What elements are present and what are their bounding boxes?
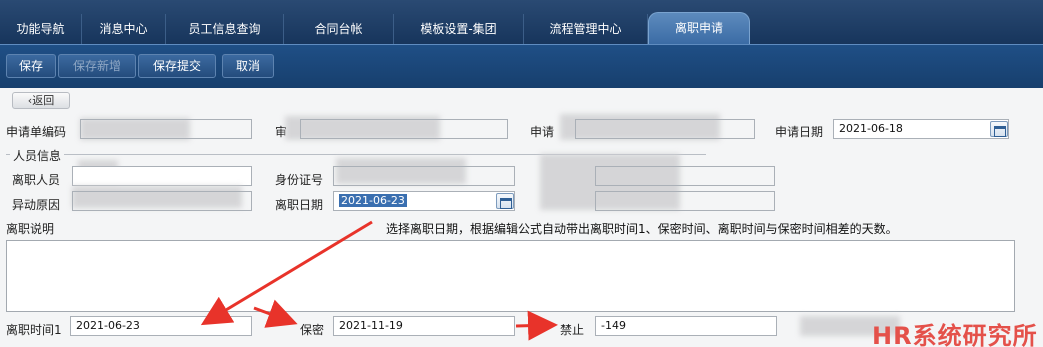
ban-input[interactable]: -149: [595, 316, 777, 336]
save-new-button[interactable]: 保存新增: [58, 54, 136, 78]
toolbar: 保存 保存新增 保存提交 取消: [0, 44, 1043, 88]
apply-no-label: 申请单编码: [6, 125, 67, 139]
leave-date-input[interactable]: 2021-06-23: [333, 191, 515, 211]
leaver-label: 离职人员: [12, 173, 61, 187]
leave-desc-label: 离职说明: [6, 222, 55, 236]
leave-time1-label: 离职时间1: [6, 323, 62, 337]
applicant-label: 申请: [530, 125, 555, 139]
apply-date-input[interactable]: 2021-06-18: [833, 119, 1009, 139]
tab-message-center[interactable]: 消息中心: [82, 14, 166, 44]
leave-desc-textarea[interactable]: [6, 240, 1015, 312]
extra-field[interactable]: [595, 166, 775, 186]
change-reason-field[interactable]: [72, 191, 252, 211]
tab-process-center[interactable]: 流程管理中心: [524, 14, 648, 44]
ban-label: 禁止: [560, 323, 585, 337]
leave-date-label: 离职日期: [275, 198, 324, 212]
tab-function-nav[interactable]: 功能导航: [0, 14, 82, 44]
leaver-field[interactable]: [72, 166, 252, 186]
leave-time1-input[interactable]: 2021-06-23: [70, 316, 252, 336]
secret-label: 保密: [300, 323, 325, 337]
top-tab-bar: 功能导航 消息中心 员工信息查询 合同台帐 模板设置-集团 流程管理中心 离职申…: [0, 0, 1043, 44]
save-button[interactable]: 保存: [6, 54, 56, 78]
save-submit-button[interactable]: 保存提交: [138, 54, 216, 78]
applicant-field[interactable]: [300, 119, 508, 139]
apply-date-label: 申请日期: [775, 125, 824, 139]
tab-employee-query[interactable]: 员工信息查询: [166, 14, 284, 44]
tab-contract-ledger[interactable]: 合同台帐: [284, 14, 394, 44]
calendar-icon[interactable]: [990, 121, 1008, 137]
id-number-label: 身份证号: [275, 173, 324, 187]
back-button[interactable]: ‹返回: [12, 92, 70, 109]
form-area: ‹返回 申请单编码 审 申请 申请日期 2021-06-18 人员信息 离职人员…: [0, 88, 1043, 347]
cancel-button[interactable]: 取消: [222, 54, 274, 78]
applicant-name-field[interactable]: [575, 119, 755, 139]
section-title: 人员信息: [10, 147, 65, 164]
instruction-note: 选择离职日期，根据编辑公式自动带出离职时间1、保密时间、离职时间与保密时间相差的…: [386, 222, 898, 236]
calendar-icon[interactable]: [496, 193, 514, 209]
secret-input[interactable]: 2021-11-19: [333, 316, 515, 336]
leave-date-value: 2021-06-23: [339, 194, 407, 207]
id-number-field[interactable]: [333, 166, 515, 186]
apply-no-field[interactable]: [80, 119, 252, 139]
watermark-logo: HR系统研究所: [872, 322, 1038, 347]
tab-resignation-apply[interactable]: 离职申请: [648, 12, 750, 44]
extra-field-2[interactable]: [595, 191, 775, 211]
tab-template-settings[interactable]: 模板设置-集团: [394, 14, 524, 44]
change-reason-label: 异动原因: [12, 198, 61, 212]
back-label: 返回: [32, 94, 55, 107]
